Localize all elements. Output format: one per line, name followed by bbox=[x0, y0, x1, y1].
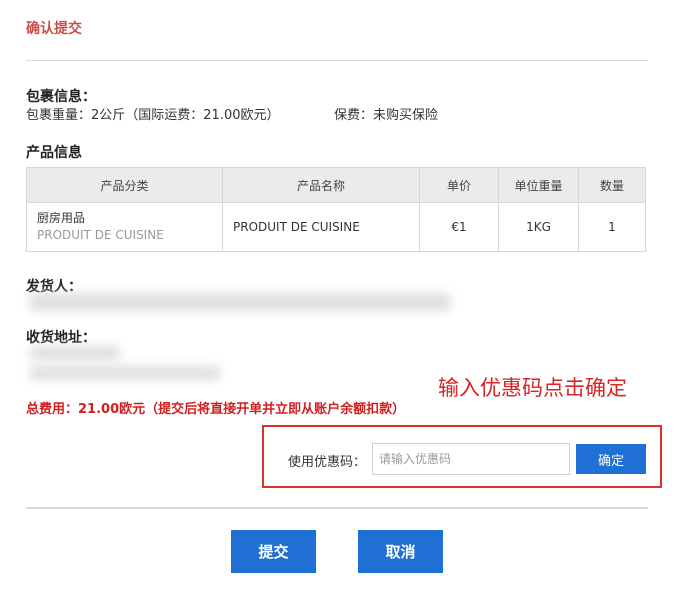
package-info-heading: 包裹信息： bbox=[26, 89, 96, 105]
column-header-unit-price: 单价 bbox=[419, 167, 499, 203]
sender-redacted bbox=[30, 293, 450, 311]
cell-unit-price: €1 bbox=[419, 202, 499, 252]
recipient-redacted-line-2 bbox=[30, 366, 220, 380]
package-weight-text: 包裹重量：2公斤（国际运费：21.00欧元） bbox=[26, 108, 280, 123]
bottom-divider bbox=[26, 507, 648, 509]
cell-unit-weight: 1KG bbox=[498, 202, 579, 252]
total-cost-text: 总费用：21.00欧元（提交后将直接开单并立即从账户余额扣款） bbox=[26, 402, 406, 417]
cancel-button[interactable]: 取消 bbox=[358, 530, 443, 573]
product-table-header-row: 产品分类 产品名称 单价 单位重量 数量 bbox=[26, 167, 646, 203]
category-subname: PRODUIT DE CUISINE bbox=[37, 228, 164, 242]
column-header-quantity: 数量 bbox=[578, 167, 646, 203]
table-row: 厨房用品 PRODUIT DE CUISINE PRODUIT DE CUISI… bbox=[26, 202, 646, 252]
annotation-text: 输入优惠码点击确定 bbox=[438, 376, 627, 400]
category-name: 厨房用品 bbox=[37, 211, 86, 225]
coupon-label: 使用优惠码： bbox=[288, 455, 367, 470]
confirm-coupon-button[interactable]: 确定 bbox=[576, 444, 646, 474]
product-table: 产品分类 产品名称 单价 单位重量 数量 厨房用品 PRODUIT DE CUI… bbox=[26, 167, 646, 252]
cell-product-name: PRODUIT DE CUISINE bbox=[222, 202, 420, 252]
submit-button[interactable]: 提交 bbox=[231, 530, 316, 573]
column-header-category: 产品分类 bbox=[26, 167, 223, 203]
cell-category: 厨房用品 PRODUIT DE CUISINE bbox=[26, 202, 223, 252]
recipient-heading: 收货地址： bbox=[26, 330, 96, 346]
column-header-unit-weight: 单位重量 bbox=[498, 167, 579, 203]
insurance-text: 保费：未购买保险 bbox=[334, 108, 439, 123]
column-header-name: 产品名称 bbox=[222, 167, 420, 203]
page-title: 确认提交 bbox=[26, 21, 82, 37]
cell-quantity: 1 bbox=[578, 202, 646, 252]
product-info-heading: 产品信息 bbox=[26, 145, 82, 161]
top-divider bbox=[26, 60, 648, 61]
recipient-redacted-line-1 bbox=[30, 346, 120, 360]
coupon-input[interactable] bbox=[372, 443, 570, 475]
